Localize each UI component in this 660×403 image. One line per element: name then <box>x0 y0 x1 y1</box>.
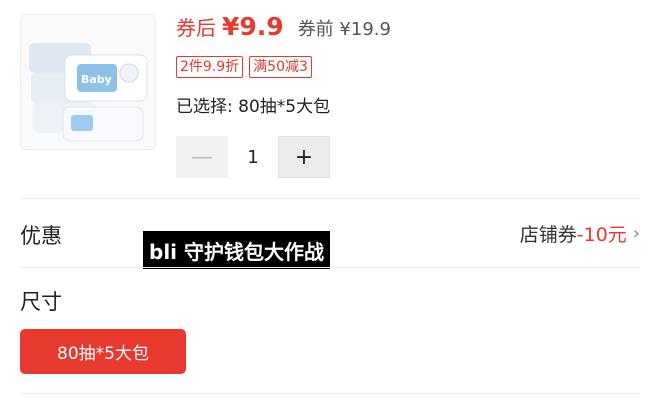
chevron-right-icon: › <box>632 223 640 244</box>
selected-spec: 已选择: 80抽*5大包 <box>176 97 331 117</box>
store-coupon-row[interactable]: 店铺券 -10元 › <box>520 220 640 247</box>
wipes-package-icon: Baby <box>29 43 148 142</box>
before-coupon-price: 券前 ¥19.9 <box>298 15 391 41</box>
size-option-button[interactable]: 80抽*5大包 <box>20 329 186 374</box>
price-row: 券后 ¥9.9 券前 ¥19.9 <box>176 12 391 41</box>
promo-tag: 2件9.9折 <box>176 56 244 78</box>
after-coupon-label: 券后 <box>176 16 216 40</box>
decrease-button[interactable]: — <box>176 136 228 178</box>
size-title: 尺寸 <box>20 290 62 314</box>
divider <box>20 393 640 394</box>
divider <box>20 267 640 268</box>
before-coupon-label: 券前 <box>297 19 334 40</box>
divider <box>20 198 640 199</box>
discount-title: 优惠 <box>20 224 62 248</box>
package-label: Baby <box>81 73 112 86</box>
after-coupon-price: ¥9.9 <box>222 12 284 41</box>
product-image[interactable]: Baby <box>20 14 156 150</box>
quantity-stepper: — 1 + <box>176 136 330 178</box>
increase-button[interactable]: + <box>278 136 330 178</box>
plus-icon: + <box>294 144 314 170</box>
before-coupon-value: ¥19.9 <box>339 19 391 40</box>
minus-icon: — <box>191 144 213 170</box>
promo-tags: 2件9.9折 满50减3 <box>176 56 312 78</box>
video-caption-overlay: bli 守护钱包大作战 <box>143 231 330 269</box>
coupon-amount: -10元 <box>576 224 627 246</box>
quantity-value[interactable]: 1 <box>228 147 278 168</box>
promo-tag: 满50减3 <box>249 56 312 78</box>
store-coupon-label: 店铺券 <box>519 224 577 246</box>
